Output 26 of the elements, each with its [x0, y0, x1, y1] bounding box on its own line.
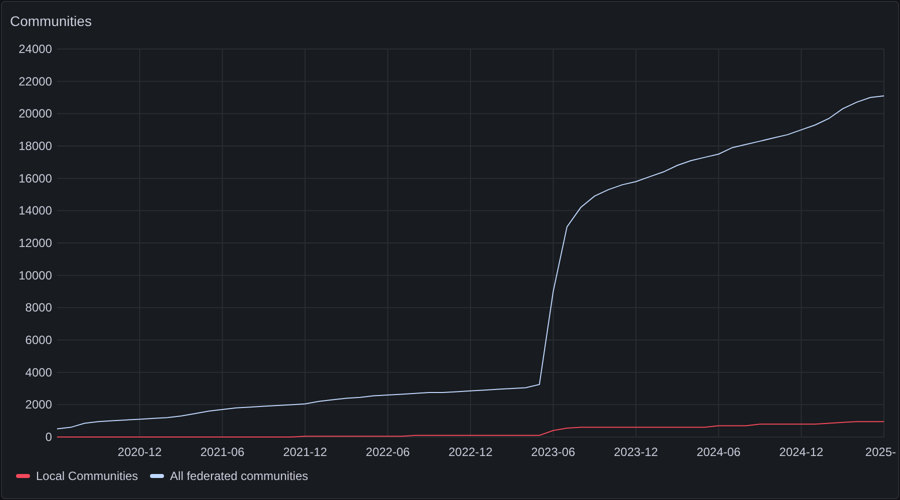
y-tick-label: 18000 — [18, 139, 52, 153]
y-tick-label: 12000 — [18, 236, 52, 250]
x-tick-label: 2020-12 — [118, 445, 162, 459]
y-tick-label: 2000 — [25, 398, 52, 412]
y-tick-label: 0 — [45, 430, 52, 444]
x-tick-label: 2022-12 — [448, 445, 493, 459]
y-tick-label: 10000 — [18, 268, 52, 282]
y-tick-label: 20000 — [18, 106, 52, 121]
x-tick-label: 2024-06 — [696, 445, 741, 459]
y-tick-label: 4000 — [25, 365, 52, 380]
y-tick-label: 8000 — [25, 300, 52, 315]
x-tick-label: 2022-06 — [366, 445, 410, 459]
x-tick-label: 2023-06 — [531, 445, 576, 459]
y-tick-label: 6000 — [25, 333, 52, 347]
x-tick-label: 2025- — [865, 445, 896, 459]
legend-label[interactable]: Local Communities — [36, 467, 138, 485]
y-tick-label: 24000 — [18, 42, 52, 56]
legend-label[interactable]: All federated communities — [170, 467, 308, 485]
y-tick-label: 22000 — [18, 74, 52, 88]
x-tick-label: 2021-06 — [200, 445, 244, 459]
panel-title: Communities — [10, 13, 92, 29]
y-tick-label: 14000 — [18, 204, 52, 218]
x-tick-label: 2024-12 — [779, 445, 824, 459]
y-tick-label: 16000 — [18, 171, 52, 186]
x-tick-label: 2021-12 — [283, 445, 328, 459]
x-tick-label: 2023-12 — [614, 445, 658, 459]
